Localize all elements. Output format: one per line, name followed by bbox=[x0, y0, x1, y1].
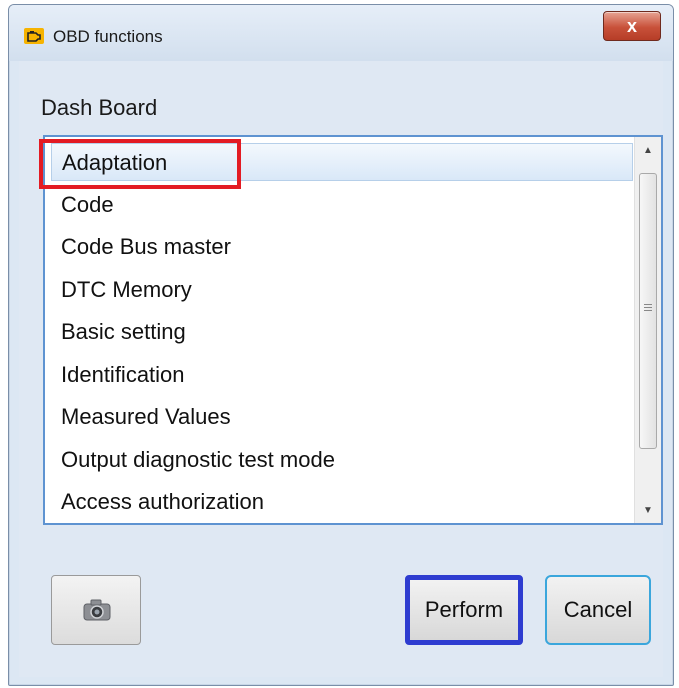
perform-button[interactable]: Perform bbox=[405, 575, 523, 645]
screenshot-button[interactable] bbox=[51, 575, 141, 645]
obd-functions-dialog: OBD functions x Dash Board Adaptation Co… bbox=[8, 4, 674, 686]
vertical-scrollbar[interactable]: ▲ ▼ bbox=[634, 137, 661, 523]
list-item-code[interactable]: Code bbox=[51, 186, 633, 224]
list-item-identification[interactable]: Identification bbox=[51, 356, 633, 394]
camera-icon bbox=[83, 599, 111, 621]
grip-icon bbox=[644, 302, 652, 313]
list-item-measured-values[interactable]: Measured Values bbox=[51, 398, 633, 436]
scroll-thumb[interactable] bbox=[639, 173, 657, 449]
list-item-dtc-memory[interactable]: DTC Memory bbox=[51, 271, 633, 309]
close-button[interactable]: x bbox=[603, 11, 661, 41]
group-label: Dash Board bbox=[41, 95, 158, 120]
scroll-down-arrow-icon[interactable]: ▼ bbox=[635, 499, 661, 521]
list-item-code-bus-master[interactable]: Code Bus master bbox=[51, 228, 633, 266]
close-icon: x bbox=[626, 15, 637, 36]
scroll-up-arrow-icon[interactable]: ▲ bbox=[635, 139, 661, 161]
list-item-basic-setting[interactable]: Basic setting bbox=[51, 313, 633, 351]
dialog-body: Dash Board Adaptation Code Code Bus mast… bbox=[19, 61, 663, 677]
window-title: OBD functions bbox=[53, 27, 163, 46]
annotation-red-box bbox=[39, 139, 241, 189]
functions-listbox[interactable]: Adaptation Code Code Bus master DTC Memo… bbox=[43, 135, 663, 525]
functions-list: Adaptation Code Code Bus master DTC Memo… bbox=[45, 137, 635, 523]
title-bar[interactable]: OBD functions x bbox=[9, 5, 673, 61]
engine-icon bbox=[24, 28, 44, 44]
list-item-access-authorization[interactable]: Access authorization bbox=[51, 483, 633, 521]
list-item-output-diagnostic-test-mode[interactable]: Output diagnostic test mode bbox=[51, 441, 633, 479]
cancel-button[interactable]: Cancel bbox=[545, 575, 651, 645]
